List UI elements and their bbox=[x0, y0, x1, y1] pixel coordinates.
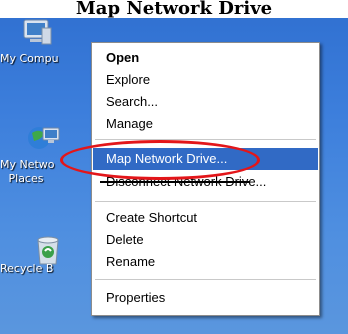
menu-item-open[interactable]: Open bbox=[93, 47, 318, 69]
menu-item-delete[interactable]: Delete bbox=[93, 229, 318, 251]
desktop-icon-label: Places bbox=[8, 172, 44, 185]
menu-item-properties[interactable]: Properties bbox=[93, 287, 318, 309]
desktop-icon-label: My Compu bbox=[0, 52, 59, 65]
strikethrough-mark bbox=[100, 181, 250, 183]
menu-separator bbox=[95, 279, 316, 280]
desktop-icon-my-computer[interactable]: My Compu bbox=[0, 8, 78, 78]
annotation-ellipse bbox=[60, 140, 260, 180]
network-places-icon bbox=[28, 127, 60, 149]
desktop-icon-label: Recycle B bbox=[0, 262, 54, 275]
menu-separator bbox=[95, 201, 316, 202]
menu-item-manage[interactable]: Manage bbox=[93, 113, 318, 135]
menu-item-explore[interactable]: Explore bbox=[93, 69, 318, 91]
page-title: Map Network Drive bbox=[0, 0, 348, 18]
menu-item-search[interactable]: Search... bbox=[93, 91, 318, 113]
menu-item-create-shortcut[interactable]: Create Shortcut bbox=[93, 207, 318, 229]
menu-separator bbox=[95, 139, 316, 140]
context-menu: Open Explore Search... Manage Map Networ… bbox=[91, 42, 320, 316]
desktop-icon-recycle-bin[interactable]: Recycle B bbox=[0, 232, 78, 292]
computer-icon bbox=[23, 19, 52, 45]
menu-item-rename[interactable]: Rename bbox=[93, 251, 318, 273]
